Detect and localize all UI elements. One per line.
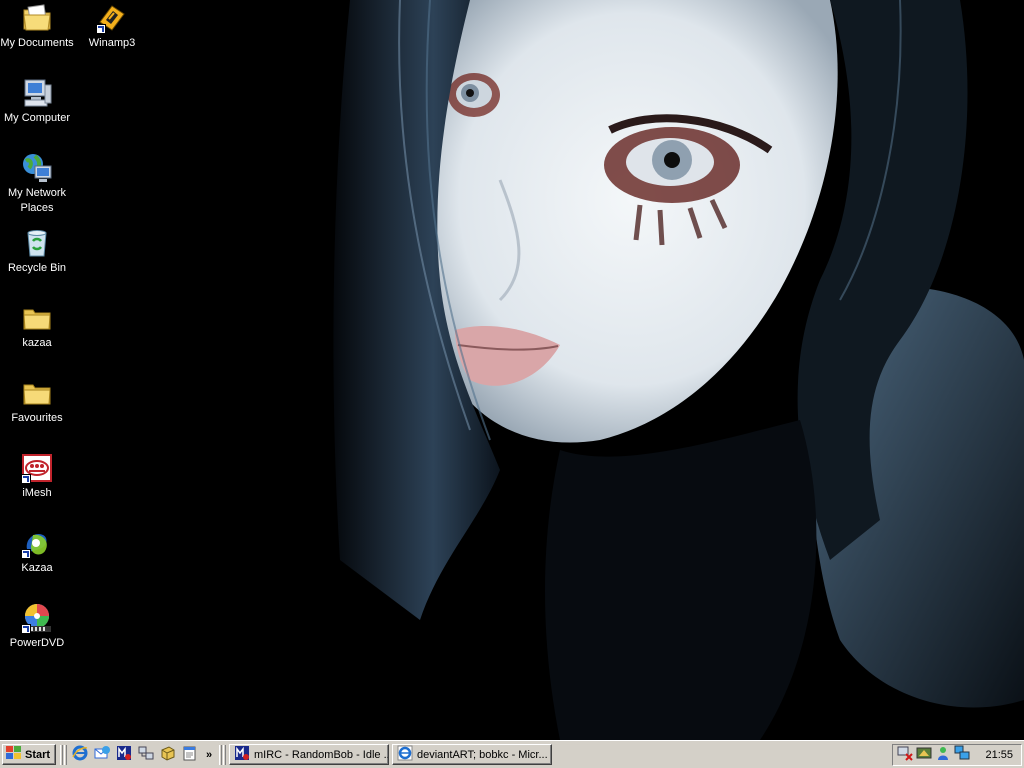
desktop-icon-label: kazaa: [22, 337, 52, 349]
desktop-icon-label: Kazaa: [21, 562, 53, 574]
task-label: deviantART; bobkc - Micr...: [417, 748, 548, 761]
desktop-icon-label: My Network Places: [7, 187, 67, 214]
desktop-icon-kazaa[interactable]: Kazaa: [0, 527, 74, 576]
kazaa-icon: [21, 527, 53, 559]
my-documents-icon: [21, 2, 53, 34]
desktop-icon-label: Favourites: [11, 412, 63, 424]
desktop-icon-kazaa-folder[interactable]: kazaa: [0, 302, 74, 351]
messenger-icon[interactable]: [935, 745, 951, 764]
outlook-express-icon: [94, 745, 110, 764]
network-disconnected-icon[interactable]: [897, 745, 913, 764]
start-label: Start: [25, 748, 51, 761]
desktop-icon-recycle-bin[interactable]: Recycle Bin: [0, 227, 74, 276]
clock[interactable]: 21:55: [985, 749, 1013, 761]
desktop-icon-favourites[interactable]: Favourites: [0, 377, 74, 426]
recycle-bin-icon: [21, 227, 53, 259]
quicklaunch-mirc[interactable]: [115, 746, 133, 764]
winamp-icon: [96, 2, 128, 34]
folder-icon: [21, 377, 53, 409]
system-tray: 21:55: [892, 743, 1022, 766]
quicklaunch-notepad[interactable]: [181, 746, 199, 764]
desktop-icon-my-network-places[interactable]: My Network Places: [0, 152, 74, 216]
windows-logo-icon: [6, 746, 22, 763]
shortcut-arrow-icon: [21, 474, 31, 484]
quicklaunch-chevron[interactable]: »: [203, 746, 215, 764]
imesh-icon: [21, 452, 53, 484]
desktop-icon-label: My Computer: [3, 112, 71, 124]
toolbar-grip[interactable]: [64, 744, 67, 765]
display-icon[interactable]: [916, 745, 932, 764]
desktop-icon-label: My Documents: [0, 37, 74, 49]
quicklaunch-winzip[interactable]: [159, 746, 177, 764]
start-button[interactable]: Start: [2, 744, 56, 765]
my-computer-icon: [21, 77, 53, 109]
network-connection-icon[interactable]: [954, 745, 970, 764]
task-label: mIRC - RandomBob - Idle ...: [254, 748, 389, 761]
quicklaunch-internet-explorer[interactable]: [71, 745, 89, 764]
shortcut-arrow-icon: [21, 624, 31, 634]
desktop-icon-powerdvd[interactable]: PowerDVD: [0, 602, 74, 651]
shortcut-arrow-icon: [96, 24, 106, 34]
internet-explorer-icon: [72, 745, 88, 764]
desktop-wallpaper: [0, 0, 1024, 740]
desktop-icon-my-documents[interactable]: My Documents: [0, 2, 74, 51]
quicklaunch-outlook-express[interactable]: [93, 746, 111, 764]
mirc-icon: [116, 745, 132, 764]
desktop-icon-label: Recycle Bin: [7, 262, 67, 274]
desktop-icon-imesh[interactable]: iMesh: [0, 452, 74, 501]
powerdvd-icon: [21, 602, 53, 634]
quicklaunch-network[interactable]: [137, 746, 155, 764]
network-icon: [138, 745, 154, 764]
winzip-icon: [160, 745, 176, 764]
taskbar-button-mirc[interactable]: mIRC - RandomBob - Idle ...: [229, 744, 389, 765]
desktop-icon-label: Winamp3: [88, 37, 136, 49]
desktop-icon-my-computer[interactable]: My Computer: [0, 77, 74, 126]
mirc-icon: [234, 745, 250, 764]
network-places-icon: [21, 152, 53, 184]
desktop-icon-winamp3[interactable]: Winamp3: [75, 2, 149, 51]
internet-explorer-icon: [397, 745, 413, 764]
toolbar-separator: [60, 744, 63, 765]
notepad-icon: [182, 745, 198, 764]
folder-icon: [21, 302, 53, 334]
shortcut-arrow-icon: [21, 549, 31, 559]
desktop-icon-label: PowerDVD: [9, 637, 65, 649]
taskbar: Start » mIRC - RandomBob - Idle ... devi…: [0, 740, 1024, 768]
desktop-icon-label: iMesh: [22, 487, 52, 499]
portrait-photo: [0, 0, 1024, 740]
toolbar-grip[interactable]: [223, 744, 226, 765]
taskbar-button-internet-explorer[interactable]: deviantART; bobkc - Micr...: [392, 744, 552, 765]
toolbar-separator: [219, 744, 222, 765]
